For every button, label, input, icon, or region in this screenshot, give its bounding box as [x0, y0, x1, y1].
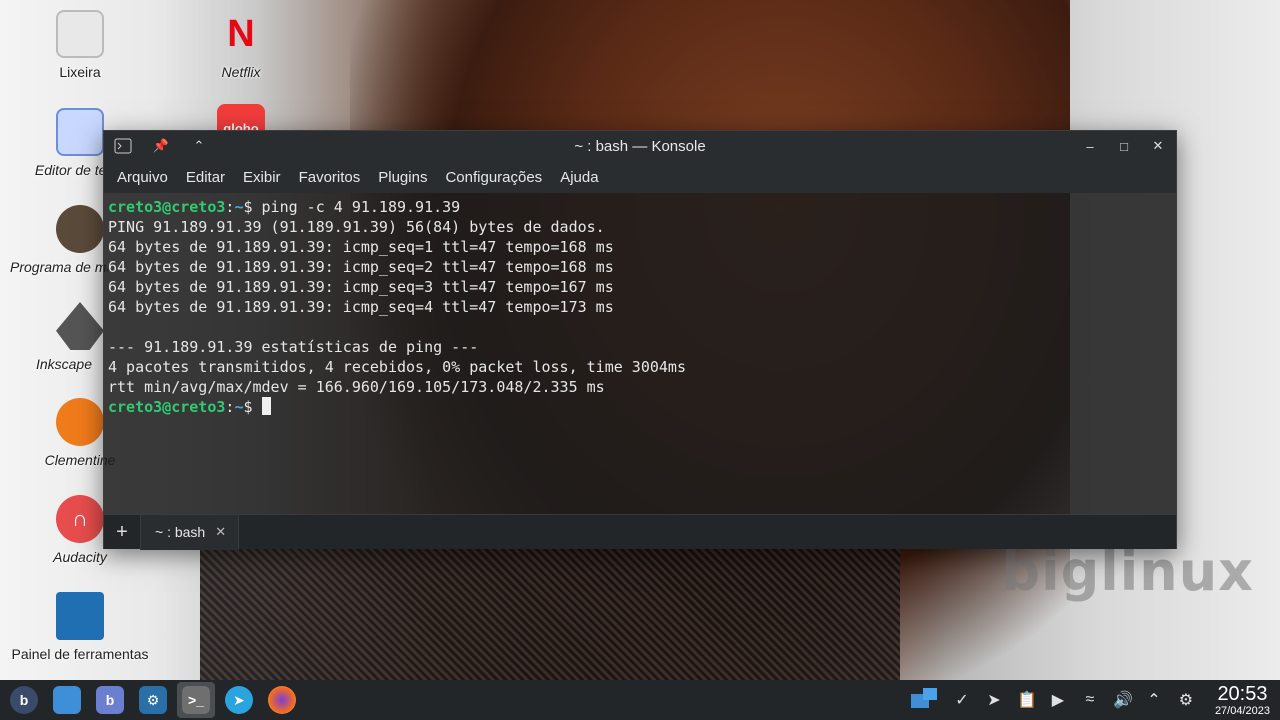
tab-bar: + ~ : bash ✕	[104, 514, 1176, 550]
minimize-icon[interactable]: –	[1080, 136, 1100, 156]
firefox-icon	[268, 686, 296, 714]
system-tray: ✓ ➤ 📋 ▶ ≈ 🔊 ⌃ ⚙ 20:53 27/04/2023	[909, 684, 1280, 717]
desktop-icon-netflix[interactable]: N Netflix	[166, 10, 316, 81]
terminal-line: 64 bytes de 91.189.91.39: icmp_seq=1 ttl…	[108, 238, 614, 256]
terminal-line: 64 bytes de 91.189.91.39: icmp_seq=2 ttl…	[108, 258, 614, 276]
menu-configuracoes[interactable]: Configurações	[436, 169, 551, 186]
settings-gear-icon[interactable]: ⚙	[1177, 690, 1195, 710]
taskbar-firefox[interactable]	[263, 682, 301, 718]
audacity-icon: ∩	[56, 495, 104, 543]
media-play-icon[interactable]: ▶	[1049, 690, 1067, 710]
app-launcher-button[interactable]: b	[5, 682, 43, 718]
virtual-desktops-icon[interactable]	[909, 686, 939, 715]
terminal-line: 4 pacotes transmitidos, 4 recebidos, 0% …	[108, 358, 686, 376]
window-title: ~ : bash — Konsole	[574, 137, 706, 155]
new-tab-button[interactable]: +	[104, 521, 140, 544]
check-icon[interactable]: ✓	[953, 690, 971, 710]
taskbar-telegram[interactable]: ➤	[220, 682, 258, 718]
taskbar-konsole[interactable]: >_	[177, 682, 215, 718]
chevron-up-icon[interactable]: ⌃	[1145, 690, 1163, 710]
menu-plugins[interactable]: Plugins	[369, 169, 436, 186]
gimp-icon	[56, 205, 104, 253]
telegram-icon: ➤	[225, 686, 253, 714]
folder-icon	[53, 686, 81, 714]
desktop-icon-globo[interactable]: globo	[166, 104, 316, 130]
terminal-line: rtt min/avg/max/mdev = 166.960/169.105/1…	[108, 378, 605, 396]
netflix-icon: N	[227, 12, 255, 55]
send-icon[interactable]: ➤	[985, 690, 1003, 710]
wifi-icon[interactable]: ≈	[1081, 691, 1099, 709]
terminal-app-icon[interactable]	[113, 136, 133, 156]
control-center-icon: ⚙	[139, 686, 167, 714]
keep-above-icon[interactable]: ⌃	[189, 136, 209, 156]
menu-ajuda[interactable]: Ajuda	[551, 169, 607, 186]
taskbar-biglinux[interactable]: b	[91, 682, 129, 718]
volume-icon[interactable]: 🔊	[1113, 690, 1133, 710]
titlebar[interactable]: 📌 ⌃ ~ : bash — Konsole – □ ✕	[104, 131, 1176, 161]
taskbar-control-center[interactable]: ⚙	[134, 682, 172, 718]
menu-editar[interactable]: Editar	[177, 169, 234, 186]
terminal-line: --- 91.189.91.39 estatísticas de ping --…	[108, 338, 479, 356]
taskbar: b b ⚙ >_ ➤ ✓ ➤ 📋 ▶ ≈ 🔊 ⌃ ⚙ 20:53 27/04/2…	[0, 680, 1280, 720]
text-cursor	[261, 397, 271, 415]
konsole-window[interactable]: 📌 ⌃ ~ : bash — Konsole – □ ✕ Arquivo Edi…	[103, 130, 1177, 550]
text-editor-icon	[56, 108, 104, 156]
big-store-icon: b	[96, 686, 124, 714]
inkscape-icon	[56, 302, 104, 350]
clipboard-icon[interactable]: 📋	[1017, 690, 1037, 710]
desktop-icon-tools-panel[interactable]: Painel de ferramentas	[5, 592, 155, 662]
globo-icon: globo	[217, 104, 265, 130]
trash-icon	[56, 10, 104, 58]
menu-favoritos[interactable]: Favoritos	[290, 169, 370, 186]
tab-bash[interactable]: ~ : bash ✕	[140, 514, 240, 550]
taskbar-file-manager[interactable]	[48, 682, 86, 718]
menu-exibir[interactable]: Exibir	[234, 169, 290, 186]
wallpaper-brand: biglinux	[1001, 540, 1254, 603]
tab-label: ~ : bash	[155, 524, 206, 540]
terminal-line: 64 bytes de 91.189.91.39: icmp_seq=3 ttl…	[108, 278, 614, 296]
tools-panel-icon	[56, 592, 104, 640]
close-tab-icon[interactable]: ✕	[215, 524, 226, 540]
desktop-icon-lixeira[interactable]: Lixeira	[5, 10, 155, 80]
terminal-command: ping -c 4 91.189.91.39	[261, 198, 461, 216]
terminal-prompt-line: creto3@creto3:~$	[108, 397, 1176, 417]
wallpaper-dress	[200, 540, 900, 690]
menubar: Arquivo Editar Exibir Favoritos Plugins …	[104, 161, 1176, 193]
terminal-line: creto3@creto3:~$ ping -c 4 91.189.91.39	[108, 198, 461, 216]
close-icon[interactable]: ✕	[1148, 136, 1168, 156]
terminal-line: 64 bytes de 91.189.91.39: icmp_seq=4 ttl…	[108, 298, 614, 316]
pin-icon[interactable]: 📌	[151, 136, 171, 156]
clock[interactable]: 20:53 27/04/2023	[1215, 684, 1270, 717]
terminal-area[interactable]: creto3@creto3:~$ ping -c 4 91.189.91.39 P…	[104, 193, 1176, 514]
terminal-icon: >_	[182, 686, 210, 714]
terminal-line: PING 91.189.91.39 (91.189.91.39) 56(84) …	[108, 218, 605, 236]
menu-arquivo[interactable]: Arquivo	[108, 169, 177, 186]
biglinux-logo-icon: b	[10, 686, 38, 714]
clementine-icon	[56, 398, 104, 446]
maximize-icon[interactable]: □	[1114, 136, 1134, 156]
